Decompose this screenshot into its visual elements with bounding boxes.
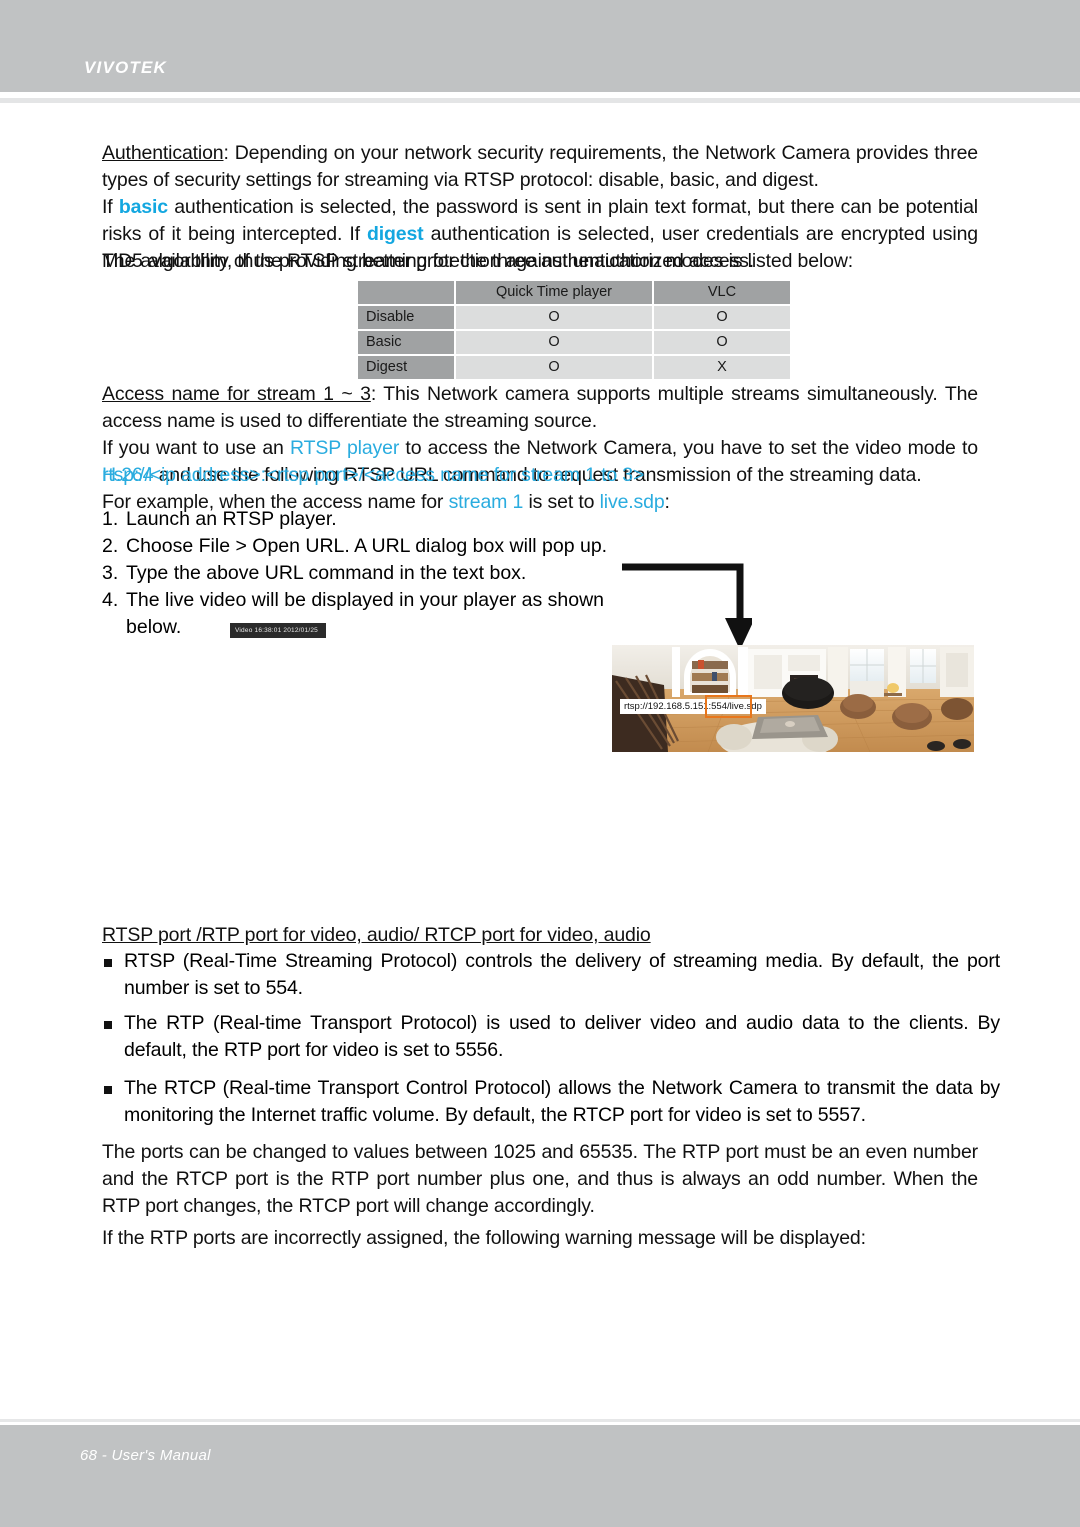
page-footer-bar xyxy=(0,1425,1080,1527)
header-blank-cell xyxy=(358,281,454,304)
step-text: The live video will be displayed in your… xyxy=(126,589,604,638)
access-rtsp-mid: to access the Network Camera, you have t… xyxy=(399,437,978,459)
step-number: 1. xyxy=(102,508,119,530)
video-window-titlebar: Video 16:38:01 2012/01/25 xyxy=(230,623,326,638)
ports-range-paragraph: The ports can be changed to values betwe… xyxy=(102,1141,978,1217)
rtsp-availability-table: Quick Time player VLC Disable O O Basic … xyxy=(356,279,792,381)
cell-disable-vlc: O xyxy=(654,306,790,329)
list-item: 3. Type the above URL command in the tex… xyxy=(102,560,646,587)
vivotek-logo: VIVOTEK xyxy=(84,58,168,77)
step-text: Launch an RTSP player. xyxy=(126,508,337,530)
step-text: Type the above URL command in the text b… xyxy=(126,562,527,584)
availability-intro: The availability of the RTSP streaming f… xyxy=(102,250,854,272)
list-item: 2. Choose File > Open URL. A URL dialog … xyxy=(102,533,646,560)
authentication-term: Authentication xyxy=(102,142,224,164)
cell-digest-quicktime: O xyxy=(456,356,652,379)
basic-keyword: basic xyxy=(118,196,168,218)
table-row: Disable O O xyxy=(358,306,790,329)
warning-intro-paragraph: If the RTP ports are incorrectly assigne… xyxy=(102,1227,866,1249)
access-rtsp-prefix: If you want to use an xyxy=(102,437,290,459)
live-video-screenshot: rtsp://192.168.5.151:554/live.sdp xyxy=(612,645,974,752)
step-number: 4. xyxy=(102,589,119,611)
rtsp-url-template: rtsp://<ip address>:<rtsp port>/<access … xyxy=(102,464,645,486)
example-suffix: : xyxy=(664,491,670,513)
step-text: Choose File > Open URL. A URL dialog box… xyxy=(126,535,608,557)
page-header-bar xyxy=(0,0,1080,92)
list-item: The RTCP (Real-time Transport Control Pr… xyxy=(102,1075,1000,1129)
row-label-digest: Digest xyxy=(358,356,454,379)
list-item: 4. The live video will be displayed in y… xyxy=(102,587,646,641)
callout-arrow-icon xyxy=(622,563,752,650)
authentication-body: : Depending on your network security req… xyxy=(102,142,978,191)
cell-basic-quicktime: O xyxy=(456,331,652,354)
rtsp-player-keyword: RTSP player xyxy=(290,437,400,459)
list-item: The RTP (Real-time Transport Protocol) i… xyxy=(102,1010,1000,1064)
access-name-term: Access name for stream 1 ~ 3 xyxy=(102,383,371,405)
table-row: Basic O O xyxy=(358,331,790,354)
step-number: 3. xyxy=(102,562,119,584)
step-number: 2. xyxy=(102,535,119,557)
list-item: 1. Launch an RTSP player. xyxy=(102,506,646,533)
header-vlc: VLC xyxy=(654,281,790,304)
row-label-basic: Basic xyxy=(358,331,454,354)
footer-divider xyxy=(0,1419,1080,1422)
digest-keyword: digest xyxy=(366,223,424,245)
cell-disable-quicktime: O xyxy=(456,306,652,329)
cell-digest-vlc: X xyxy=(654,356,790,379)
auth-basic-prefix: If xyxy=(102,196,119,218)
header-quicktime: Quick Time player xyxy=(456,281,652,304)
page-number-label: 68 - User's Manual xyxy=(80,1447,211,1464)
rtsp-port-highlight-box xyxy=(705,695,752,718)
cell-basic-vlc: O xyxy=(654,331,790,354)
header-divider xyxy=(0,98,1080,103)
table-header-row: Quick Time player VLC xyxy=(358,281,790,304)
table-row: Digest O X xyxy=(358,356,790,379)
list-item: RTSP (Real-Time Streaming Protocol) cont… xyxy=(102,948,1000,1002)
ports-heading: RTSP port /RTP port for video, audio/ RT… xyxy=(102,924,651,946)
rtsp-steps-list: 1. Launch an RTSP player. 2. Choose File… xyxy=(102,506,646,641)
row-label-disable: Disable xyxy=(358,306,454,329)
